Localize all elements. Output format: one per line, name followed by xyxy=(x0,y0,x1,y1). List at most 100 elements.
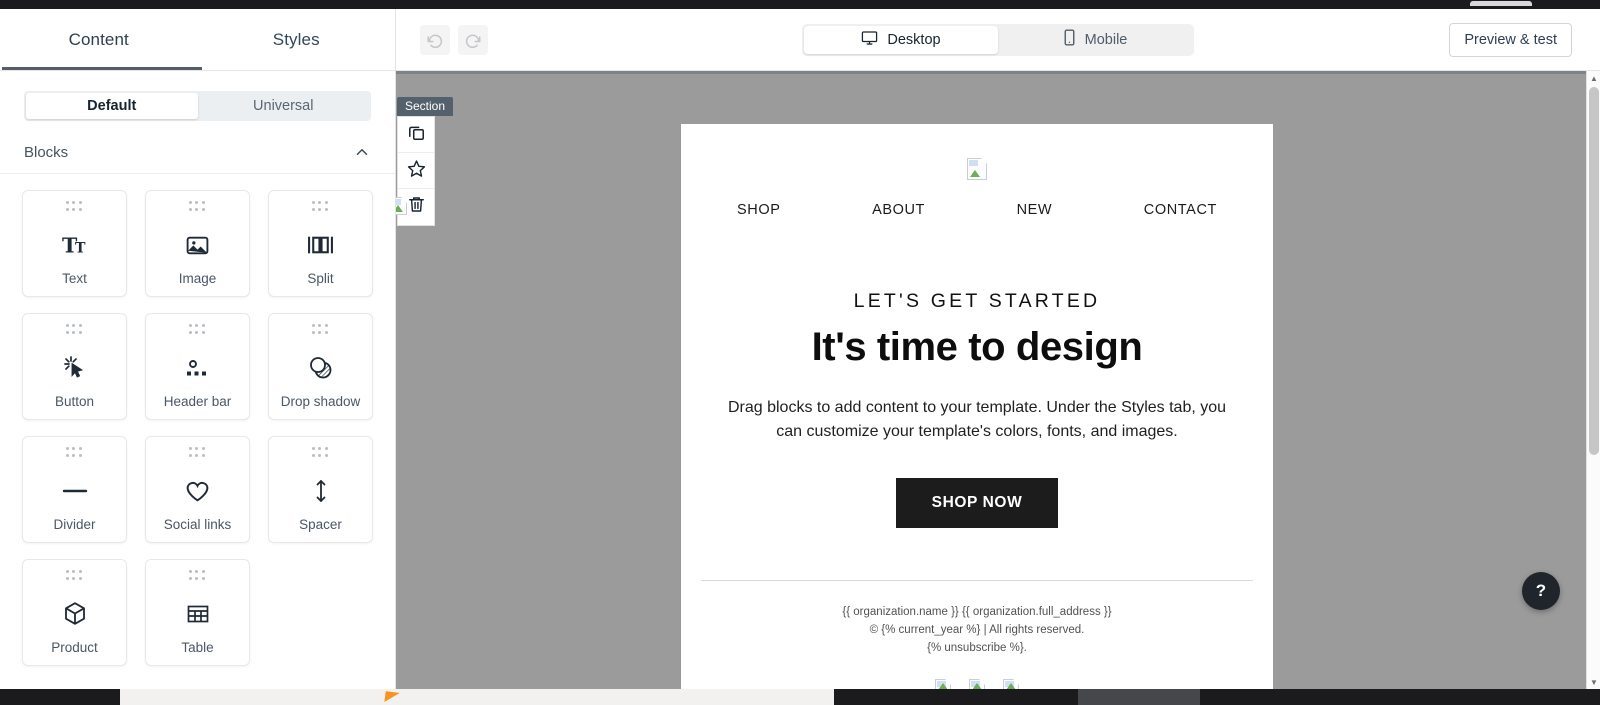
browser-tab[interactable] xyxy=(1470,1,1532,6)
redo-icon[interactable] xyxy=(458,24,488,55)
segment-universal[interactable]: Universal xyxy=(198,93,370,119)
email-canvas: Section SHOP ABOUT NEW CONTACT LET'S GET… xyxy=(396,71,1586,689)
block-header-bar[interactable]: Header bar xyxy=(145,313,250,420)
editor-toolbar: Desktop Mobile Preview & test xyxy=(396,9,1600,71)
app-shell: Content Styles Default Universal Blocks xyxy=(0,9,1600,689)
broken-image-icon xyxy=(396,197,407,215)
drag-handle-icon[interactable] xyxy=(65,570,84,580)
section-badge[interactable]: Section xyxy=(397,97,454,116)
device-mobile-label: Mobile xyxy=(1084,31,1128,48)
email-footer[interactable]: {{ organization.name }} {{ organization.… xyxy=(681,603,1273,657)
image-icon xyxy=(185,219,210,271)
block-product[interactable]: Product xyxy=(22,559,127,666)
active-tab-indicator xyxy=(2,67,202,70)
email-body-copy[interactable]: Drag blocks to add content to your templ… xyxy=(727,396,1227,444)
segment-universal-label: Universal xyxy=(253,98,314,114)
browser-chrome-top xyxy=(0,0,1600,9)
nav-item-about[interactable]: ABOUT xyxy=(872,202,925,218)
heart-icon xyxy=(185,465,210,517)
footer-copyright-line: © {% current_year %} | All rights reserv… xyxy=(869,624,1085,636)
question-mark-icon: ? xyxy=(1535,581,1547,600)
tab-styles[interactable]: Styles xyxy=(198,9,396,70)
scope-segmented-control: Default Universal xyxy=(24,91,371,121)
footer-unsubscribe-line: {% unsubscribe %}. xyxy=(927,642,1027,654)
block-image[interactable]: Image xyxy=(145,190,250,297)
nav-item-shop[interactable]: SHOP xyxy=(737,202,781,218)
footer-organization-line: {{ organization.name }} {{ organization.… xyxy=(842,606,1112,618)
blocks-section-title: Blocks xyxy=(24,143,69,161)
block-button-label: Button xyxy=(54,394,95,409)
block-spacer-label: Spacer xyxy=(299,517,342,532)
block-split[interactable]: Split xyxy=(268,190,373,297)
preview-and-test-label: Preview & test xyxy=(1464,31,1557,48)
nav-item-contact[interactable]: CONTACT xyxy=(1144,202,1217,218)
email-logo[interactable] xyxy=(719,148,1235,186)
drag-handle-icon[interactable] xyxy=(65,447,84,457)
drag-handle-icon[interactable] xyxy=(188,324,207,334)
cube-icon xyxy=(63,588,87,640)
copy-icon xyxy=(407,123,426,147)
floating-broken-image xyxy=(396,197,407,220)
tab-styles-label: Styles xyxy=(272,29,320,49)
blocks-section-header[interactable]: Blocks xyxy=(0,143,395,174)
left-sidebar: Content Styles Default Universal Blocks xyxy=(0,9,396,689)
split-icon xyxy=(307,219,334,271)
block-social-links[interactable]: Social links xyxy=(145,436,250,543)
browser-chrome-bottom xyxy=(0,689,1600,705)
divider-icon xyxy=(61,465,89,517)
segment-default[interactable]: Default xyxy=(26,93,198,119)
block-spacer[interactable]: Spacer xyxy=(268,436,373,543)
device-desktop-button[interactable]: Desktop xyxy=(804,25,998,54)
block-table[interactable]: Table xyxy=(145,559,250,666)
phone-icon xyxy=(1063,29,1076,50)
history-controls xyxy=(420,24,488,55)
drag-handle-icon[interactable] xyxy=(311,447,330,457)
block-image-label: Image xyxy=(178,271,217,286)
duplicate-section-button[interactable] xyxy=(398,117,434,153)
favorite-section-button[interactable] xyxy=(398,153,434,189)
scrollbar-thumb[interactable] xyxy=(1589,87,1599,455)
help-button[interactable]: ? xyxy=(1522,572,1560,610)
device-desktop-label: Desktop xyxy=(887,31,941,48)
block-table-label: Table xyxy=(181,640,214,655)
email-eyebrow[interactable]: LET'S GET STARTED xyxy=(681,290,1273,313)
broken-image-icon xyxy=(1003,679,1019,689)
vertical-arrows-icon xyxy=(314,465,328,517)
shop-now-button[interactable]: SHOP NOW xyxy=(895,478,1059,528)
drag-handle-icon[interactable] xyxy=(65,201,84,211)
drag-handle-icon[interactable] xyxy=(188,201,207,211)
broken-image-icon xyxy=(967,158,987,180)
email-social-icons[interactable] xyxy=(681,679,1273,689)
email-nav[interactable]: SHOP ABOUT NEW CONTACT xyxy=(719,186,1235,218)
block-text-label: Text xyxy=(62,271,87,286)
drag-handle-icon[interactable] xyxy=(65,324,84,334)
segment-default-label: Default xyxy=(87,98,137,114)
block-divider[interactable]: Divider xyxy=(22,436,127,543)
undo-icon[interactable] xyxy=(420,24,450,55)
blocks-grid: TT Text Image Split Button Header bar Dr… xyxy=(0,174,395,666)
nav-item-new[interactable]: NEW xyxy=(1017,202,1053,218)
table-icon xyxy=(186,588,210,640)
email-body[interactable]: SHOP ABOUT NEW CONTACT LET'S GET STARTED… xyxy=(681,124,1273,689)
drag-handle-icon[interactable] xyxy=(188,570,207,580)
trash-icon xyxy=(407,195,426,219)
device-mobile-button[interactable]: Mobile xyxy=(998,26,1192,54)
drag-handle-icon[interactable] xyxy=(311,201,330,211)
email-headline[interactable]: It's time to design xyxy=(681,325,1273,370)
cursor-indicator xyxy=(384,691,400,704)
block-text[interactable]: TT Text xyxy=(22,190,127,297)
drag-handle-icon[interactable] xyxy=(188,447,207,457)
scroll-down-icon[interactable]: ▼ xyxy=(1587,675,1600,689)
block-split-label: Split xyxy=(307,271,334,286)
canvas-scrollbar[interactable]: ▲ ▼ xyxy=(1586,71,1600,689)
scroll-up-icon[interactable]: ▲ xyxy=(1587,71,1600,85)
chevron-up-icon[interactable] xyxy=(353,143,371,161)
block-header-bar-label: Header bar xyxy=(163,394,232,409)
block-button[interactable]: Button xyxy=(22,313,127,420)
drag-handle-icon[interactable] xyxy=(311,324,330,334)
block-drop-shadow[interactable]: Drop shadow xyxy=(268,313,373,420)
browser-status-strip xyxy=(120,689,834,705)
preview-and-test-button[interactable]: Preview & test xyxy=(1449,22,1572,57)
block-divider-label: Divider xyxy=(53,517,96,532)
tab-content[interactable]: Content xyxy=(0,9,198,70)
